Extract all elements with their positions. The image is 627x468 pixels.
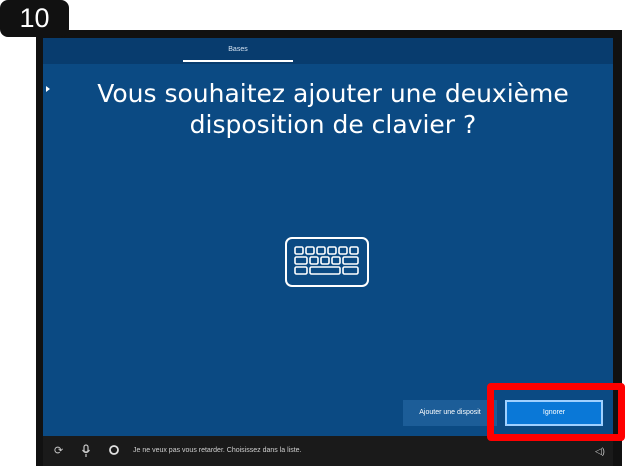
mouse-cursor-icon <box>46 86 50 92</box>
top-bar: Bases <box>43 38 613 64</box>
tab-underline <box>183 60 293 62</box>
add-layout-button[interactable]: Ajouter une disposit <box>403 400 497 426</box>
volume-icon[interactable]: ◁) <box>595 444 605 458</box>
keyboard-icon <box>285 237 369 287</box>
cortana-icon[interactable] <box>108 444 120 460</box>
microphone-icon[interactable] <box>81 444 91 462</box>
oobe-screen: Bases Vous souhaitez ajouter une deuxièm… <box>43 38 613 436</box>
page-title: Vous souhaitez ajouter une deuxième disp… <box>97 79 569 139</box>
tab-bases[interactable]: Bases <box>183 38 293 64</box>
highlight-box <box>487 383 625 441</box>
step-badge: 10 <box>0 0 69 37</box>
accessibility-icon[interactable]: ⟳ <box>54 444 63 458</box>
cortana-hint-text: Je ne veux pas vous retarder. Choisissez… <box>133 447 302 454</box>
tab-label: Bases <box>228 46 248 53</box>
